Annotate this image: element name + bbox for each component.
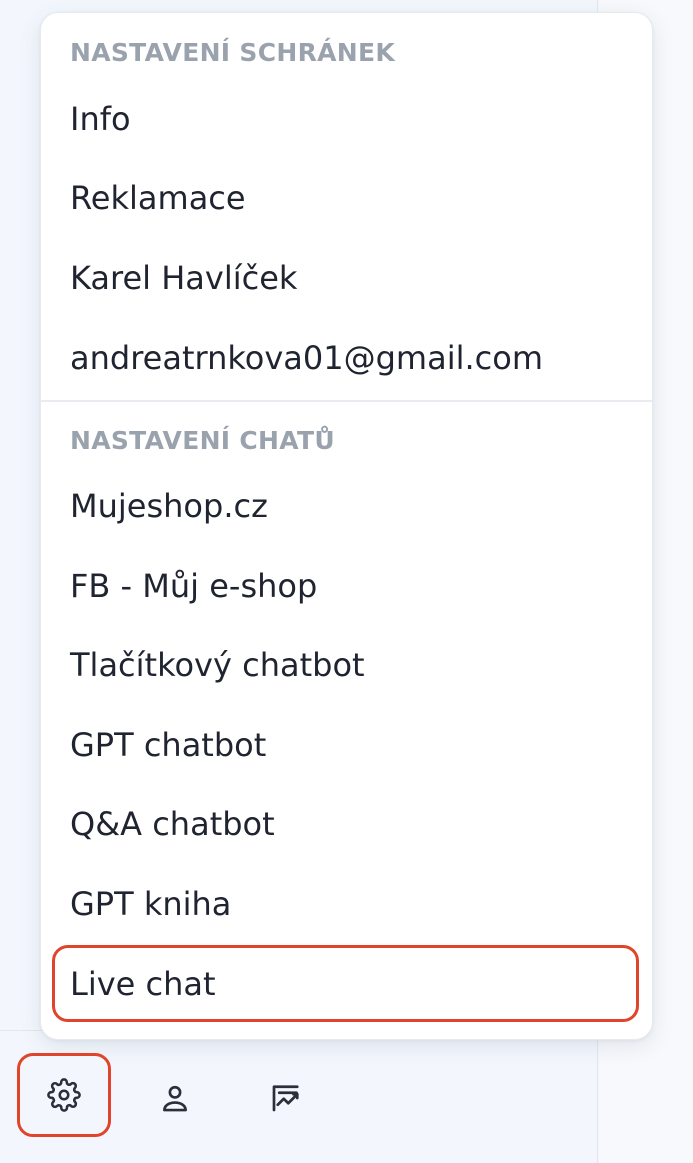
menu-item-email-mailbox[interactable]: andreatrnkova01@gmail.com (70, 342, 543, 374)
menu-item-qa-chatbot[interactable]: Q&A chatbot (70, 808, 275, 840)
menu-item-mujeshop[interactable]: Mujeshop.cz (70, 490, 268, 522)
menu-item-button-chatbot[interactable]: Tlačítkový chatbot (70, 649, 365, 681)
menu-item-info[interactable]: Info (70, 103, 131, 135)
contacts-button[interactable] (145, 1068, 205, 1128)
chat-settings-header: NASTAVENÍ CHATŮ (70, 426, 335, 455)
menu-item-live-chat[interactable]: Live chat (70, 968, 216, 1000)
mailbox-settings-header: NASTAVENÍ SCHRÁNEK (70, 38, 396, 67)
settings-dropdown-menu: NASTAVENÍ SCHRÁNEK Info Reklamace Karel … (40, 12, 653, 1040)
gear-icon (47, 1078, 81, 1112)
menu-item-gpt-kniha[interactable]: GPT kniha (70, 888, 231, 920)
person-icon (158, 1081, 192, 1115)
menu-item-gpt-chatbot[interactable]: GPT chatbot (70, 729, 266, 761)
menu-item-karel-havlicek[interactable]: Karel Havlíček (70, 262, 297, 294)
section-divider (41, 400, 652, 402)
menu-item-fb-eshop[interactable]: FB - Můj e-shop (70, 570, 317, 602)
menu-item-reklamace[interactable]: Reklamace (70, 182, 246, 214)
chart-icon (268, 1080, 304, 1116)
settings-button[interactable] (17, 1053, 111, 1137)
statistics-button[interactable] (256, 1068, 316, 1128)
